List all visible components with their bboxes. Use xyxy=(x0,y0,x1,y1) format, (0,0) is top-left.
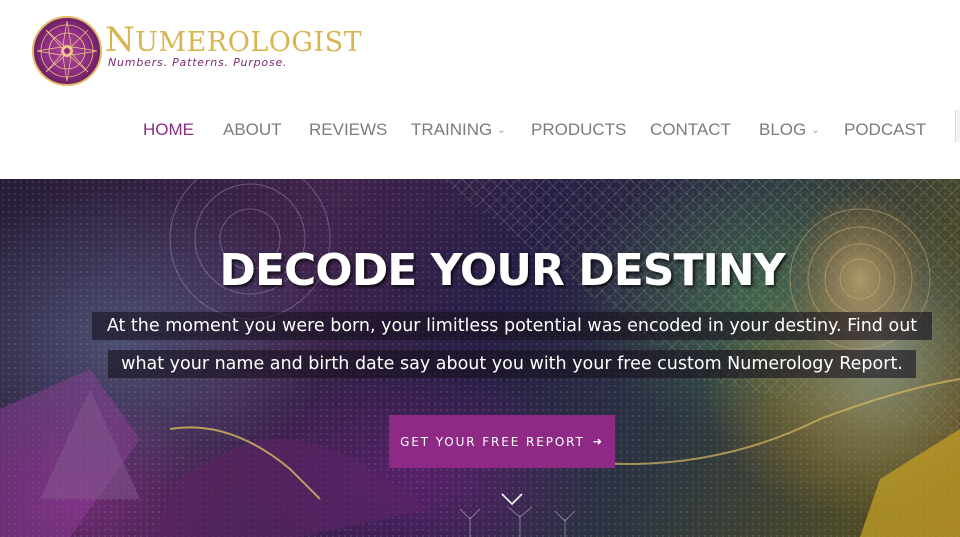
nav-item-label: REVIEWS xyxy=(309,120,388,139)
nav-item-podcast[interactable]: PODCAST xyxy=(844,113,926,147)
hero-section: DECODE YOUR DESTINY At the moment you we… xyxy=(0,179,960,537)
main-nav: HOME ABOUT REVIEWS TRAINING ⌄ PRODUCTS CO… xyxy=(0,113,960,147)
site-header: NUMEROLOGIST Numbers. Patterns. Purpose.… xyxy=(0,0,960,179)
nav-item-products[interactable]: PRODUCTS xyxy=(531,113,626,147)
nav-item-label: PRODUCTS xyxy=(531,120,627,139)
nav-item-about[interactable]: ABOUT xyxy=(223,113,282,147)
chevron-down-icon: ⌄ xyxy=(497,125,506,136)
chevron-down-icon: ⌄ xyxy=(811,125,820,136)
nav-item-training[interactable]: TRAINING ⌄ xyxy=(411,113,506,147)
hero-title: DECODE YOUR DESTINY xyxy=(219,245,785,296)
arrow-right-icon: ➜ xyxy=(592,435,604,448)
chevron-down-icon[interactable] xyxy=(501,492,523,506)
hero-subtitle-text: At the moment you were born, your limitl… xyxy=(92,312,932,340)
nav-item-reviews[interactable]: REVIEWS xyxy=(309,113,387,147)
site-logo[interactable]: NUMEROLOGIST Numbers. Patterns. Purpose. xyxy=(31,15,362,87)
cta-label: GET YOUR FREE REPORT xyxy=(400,434,585,449)
nav-item-contact[interactable]: CONTACT xyxy=(650,113,731,147)
nav-item-label: HOME xyxy=(143,120,194,139)
logo-wordmark: NUMEROLOGIST xyxy=(105,23,363,58)
logo-initial: N xyxy=(105,20,136,60)
logo-name-rest: UMEROLOGIST xyxy=(135,27,363,58)
nav-item-label: CONTACT xyxy=(650,120,731,139)
nav-item-label: TRAINING xyxy=(411,120,493,139)
nav-item-label: ABOUT xyxy=(223,120,282,139)
mandala-logo-icon xyxy=(32,16,102,86)
nav-item-blog[interactable]: BLOG ⌄ xyxy=(759,113,820,147)
nav-search-edge[interactable] xyxy=(955,110,960,142)
logo-text: NUMEROLOGIST Numbers. Patterns. Purpose. xyxy=(105,23,363,69)
get-free-report-button[interactable]: GET YOUR FREE REPORT ➜ xyxy=(389,415,615,468)
nav-item-home[interactable]: HOME xyxy=(143,113,194,147)
hero-subtitle-text: what your name and birth date say about … xyxy=(108,350,916,378)
nav-item-label: BLOG xyxy=(759,120,807,139)
nav-item-label: PODCAST xyxy=(844,120,927,139)
logo-tagline: Numbers. Patterns. Purpose. xyxy=(108,56,288,69)
